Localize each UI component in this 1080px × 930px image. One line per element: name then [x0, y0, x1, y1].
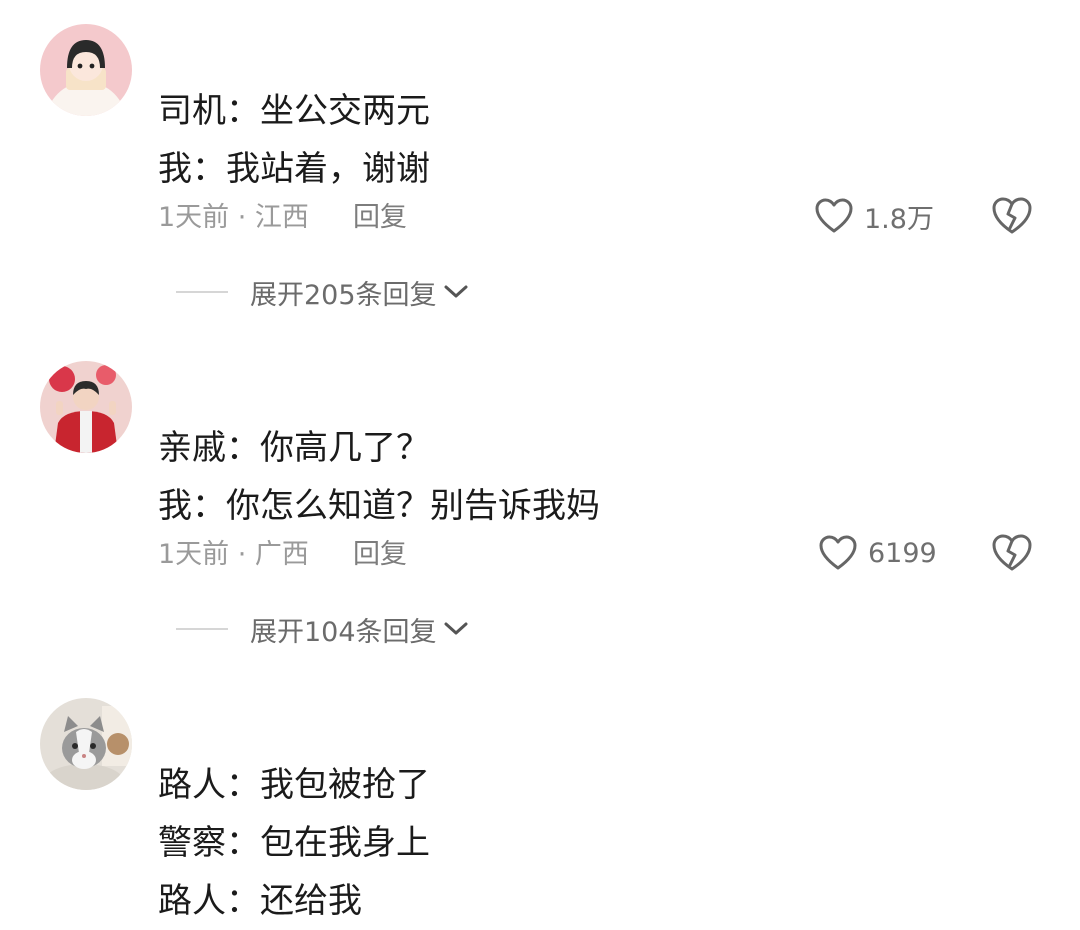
expand-replies-label: 展开104条回复 — [250, 616, 437, 648]
expand-replies-label: 展开205条回复 — [250, 279, 437, 311]
comment-time-location: 1天前 · 广西 — [158, 539, 309, 570]
comment-text: 亲戚：你高几了？ 我：你怎么知道？别告诉我妈 — [158, 419, 600, 535]
like-count: 1.8万 — [864, 203, 934, 235]
comment-line: 路人：我包被抢了 — [158, 765, 430, 805]
person-red-jacket-avatar-icon[interactable] — [40, 361, 132, 453]
heart-outline-icon — [815, 198, 853, 233]
broken-heart-icon — [992, 197, 1032, 234]
heart-outline-icon — [819, 535, 857, 570]
like-button[interactable]: 1.8万 — [814, 194, 934, 238]
like-count: 6199 — [868, 537, 937, 569]
comment-time-location: 1天前 · 江西 — [158, 202, 309, 233]
comment-line: 亲戚：你高几了？ — [158, 428, 430, 468]
comment-line: 我：你怎么知道？别告诉我妈 — [158, 486, 600, 526]
comment-line: 警察：包在我身上 — [158, 823, 430, 863]
chevron-down-icon — [444, 622, 468, 635]
reply-button[interactable]: 回复 — [353, 539, 407, 570]
comment-line: 路人：还给我 — [158, 881, 362, 921]
cat-avatar-icon[interactable] — [40, 698, 132, 790]
dislike-button[interactable] — [990, 532, 1034, 576]
comment-meta: 1天前 · 广西 回复 — [158, 535, 407, 575]
comment-meta: 1天前 · 江西 回复 — [158, 198, 407, 238]
like-button[interactable]: 6199 — [818, 531, 937, 575]
divider — [176, 628, 228, 630]
comment-line: 我：我站着，谢谢 — [158, 149, 430, 189]
comment-text: 司机：坐公交两元 我：我站着，谢谢 — [158, 82, 430, 198]
chevron-down-icon — [444, 285, 468, 298]
dislike-button[interactable] — [990, 195, 1034, 239]
expand-replies-button[interactable]: 展开104条回复 — [176, 609, 469, 649]
reply-button[interactable]: 回复 — [353, 202, 407, 233]
comment-line: 司机：坐公交两元 — [158, 91, 430, 131]
broken-heart-icon — [992, 534, 1032, 571]
divider — [176, 291, 228, 293]
anime-girl-avatar-icon[interactable] — [40, 24, 132, 116]
comment-text: 路人：我包被抢了 警察：包在我身上 路人：还给我 — [158, 756, 430, 930]
expand-replies-button[interactable]: 展开205条回复 — [176, 272, 469, 312]
